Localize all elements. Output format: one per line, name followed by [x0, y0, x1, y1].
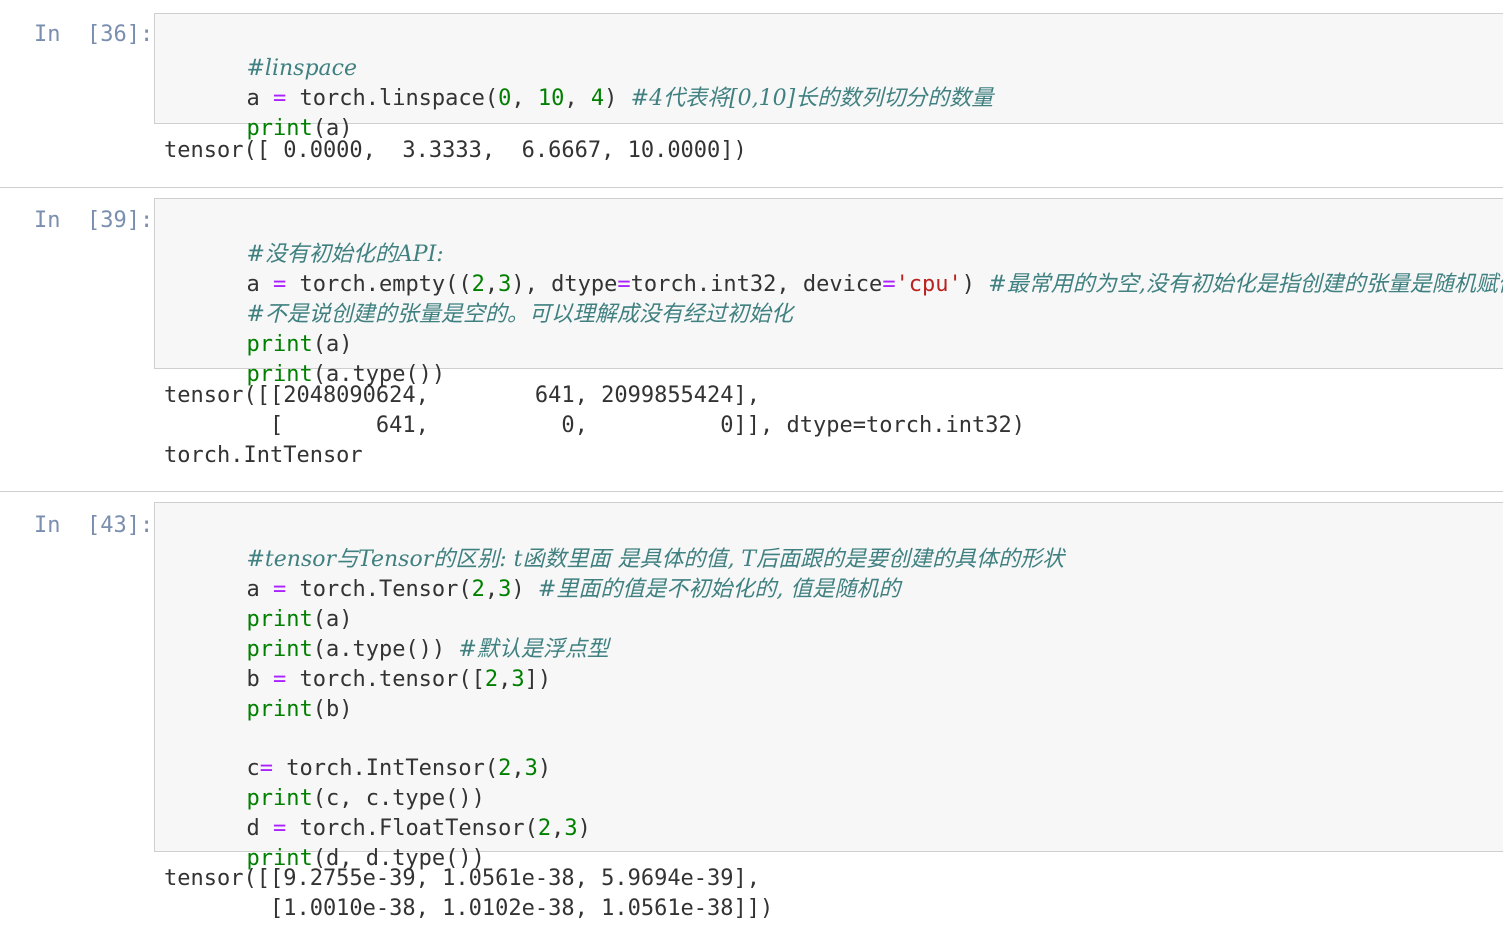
code-line: d = torch.FloatTensor(2,3)	[167, 784, 590, 841]
code-comment: #里面的值是不初始化的, 值是随机的	[537, 577, 901, 602]
code-line: #没有初始化的API:	[167, 210, 443, 267]
code-token: ,	[511, 756, 525, 781]
code-number: 2	[471, 577, 485, 602]
code-number: 2	[484, 667, 499, 692]
code-token: )	[577, 816, 591, 841]
code-string: 'cpu'	[895, 272, 962, 297]
code-input-area[interactable]: #tensor与Tensor的区别: t函数里面 是具体的值, T后面跟的是要创…	[154, 502, 1503, 871]
code-line: #tensor与Tensor的区别: t函数里面 是具体的值, T后面跟的是要创…	[167, 515, 1064, 572]
code-builtin: print	[246, 697, 313, 722]
code-token: )	[604, 86, 631, 111]
code-number: 2	[498, 756, 512, 781]
cell-divider	[0, 187, 1503, 188]
code-number: 10	[537, 86, 565, 111]
code-line: #linspace	[167, 24, 357, 81]
code-token: ,	[511, 86, 538, 111]
cell-output-line: tensor([[9.2755e-39, 1.0561e-38, 5.9694e…	[164, 866, 761, 891]
code-input-area[interactable]: #linspace a = torch.linspace(0, 10, 4) #…	[154, 13, 1503, 141]
code-number: 3	[511, 667, 525, 692]
cell-divider	[0, 491, 1503, 492]
cell-output-line: tensor([ 0.0000, 3.3333, 6.6667, 10.0000…	[164, 138, 747, 163]
code-token: ,	[551, 816, 565, 841]
code-number: 3	[498, 577, 512, 602]
cell-prompt: In [43]:	[34, 513, 154, 538]
code-number: 4	[590, 86, 605, 111]
code-line: print(d, d.type())	[167, 814, 484, 871]
code-token: ,	[484, 577, 499, 602]
code-line: print(a)	[167, 84, 352, 141]
code-line: #不是说创建的张量是空的。可以理解成没有经过初始化	[167, 270, 792, 327]
code-number: 2	[537, 816, 552, 841]
cell-output-line: [ 641, 0, 0]], dtype=torch.int32)	[164, 413, 1025, 438]
code-token: (b)	[312, 697, 353, 722]
cell-output-line: torch.IntTensor	[164, 443, 363, 468]
code-line: print(a.type())	[167, 330, 445, 387]
cell-output-line: tensor([[2048090624, 641, 2099855424],	[164, 383, 761, 408]
code-input-area[interactable]: #没有初始化的API: a = torch.empty((2,3), dtype…	[154, 198, 1503, 387]
code-token: )	[961, 272, 989, 297]
code-number: 3	[524, 756, 538, 781]
code-token: )	[537, 756, 552, 781]
code-number: 0	[498, 86, 512, 111]
cell-prompt: In [36]:	[34, 22, 154, 47]
code-line: print(b)	[167, 665, 352, 722]
code-token: ,	[498, 667, 512, 692]
code-line: print(c, c.type())	[167, 754, 484, 811]
code-operator: =	[882, 272, 896, 297]
code-line: c= torch.IntTensor(2,3)	[167, 724, 551, 781]
code-line: a = torch.linspace(0, 10, 4) #4代表将[0,10]…	[167, 54, 993, 111]
code-comment: #4代表将[0,10]长的数列切分的数量	[630, 86, 994, 111]
code-line: print(a)	[167, 575, 352, 632]
code-token: )	[511, 577, 538, 602]
code-line: a = torch.Tensor(2,3) #里面的值是不初始化的, 值是随机的	[167, 545, 900, 602]
code-comment: #最常用的为空,没有初始化是指创建的张量是随机赋值的,	[988, 272, 1503, 297]
cell-prompt: In [39]:	[34, 208, 154, 233]
cell-output-line: [1.0010e-38, 1.0102e-38, 1.0561e-38]])	[164, 896, 774, 921]
code-number: 3	[564, 816, 578, 841]
code-line: b = torch.tensor([2,3])	[167, 635, 551, 692]
code-token: ])	[524, 667, 552, 692]
code-token: ,	[564, 86, 591, 111]
code-line: a = torch.empty((2,3), dtype=torch.int32…	[167, 240, 1503, 297]
code-line: print(a)	[167, 300, 352, 357]
code-line: print(a.type()) #默认是浮点型	[167, 605, 608, 662]
